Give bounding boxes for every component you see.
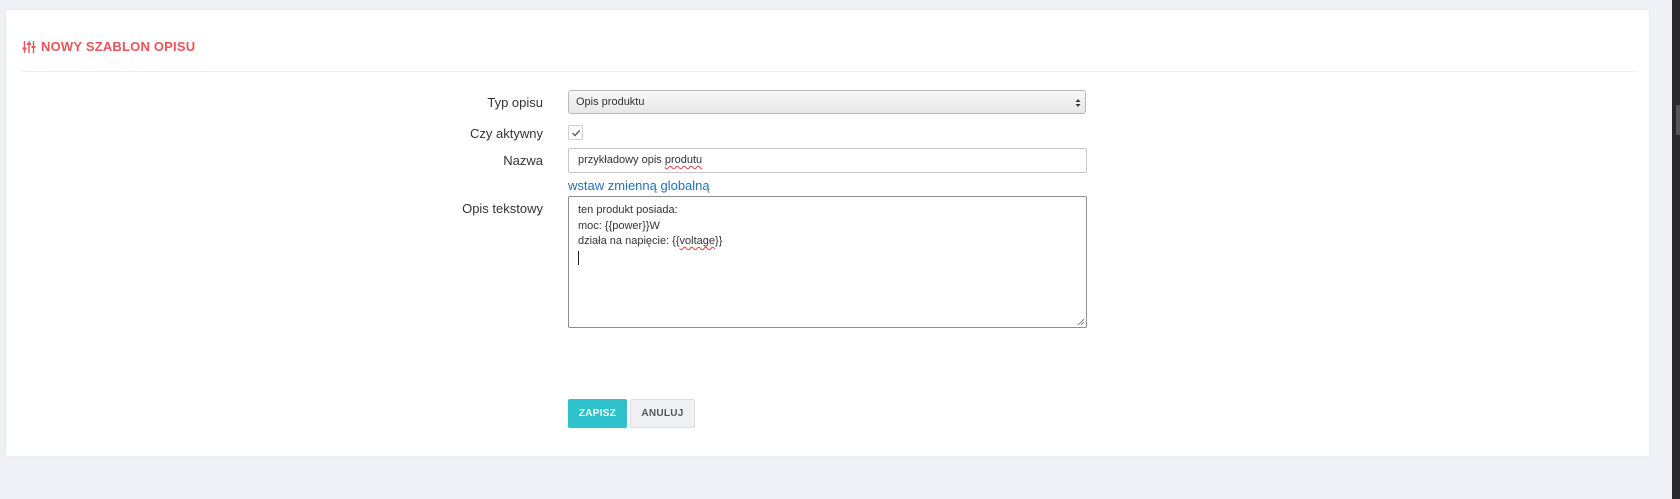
text-description-label: Opis tekstowy (462, 201, 543, 216)
panel-heading: NOWY SZABLON OPISU (22, 28, 1637, 72)
type-select-value: Opis produktu (576, 96, 645, 108)
select-arrows-icon (1075, 91, 1081, 113)
active-label: Czy aktywny (470, 126, 543, 141)
textarea-line-1: ten produkt posiada: (578, 204, 678, 216)
scroll-handle[interactable] (1676, 105, 1680, 135)
textarea-line-3-suffix: }} (715, 235, 723, 247)
text-description-textarea[interactable]: ten produkt posiada: moc: {{power}}W dzi… (568, 196, 1087, 328)
text-caret (578, 250, 579, 265)
textarea-line-2: moc: {{power}}W (578, 219, 660, 232)
window-edge (1672, 0, 1680, 499)
insert-global-variable-link[interactable]: wstaw zmienną globalną (568, 178, 710, 193)
name-input-value-prefix: przykładowy opis (578, 154, 665, 166)
name-label: Nazwa (503, 153, 543, 168)
sliders-icon (22, 40, 36, 54)
type-select[interactable]: Opis produktu (568, 90, 1086, 114)
textarea-line-3-prefix: działa na napięcie: {{ (578, 235, 680, 247)
cancel-button[interactable]: ANULUJ (630, 399, 695, 428)
textarea-line-3-misspelled: voltage (679, 235, 716, 247)
resize-grip-icon[interactable] (1077, 318, 1085, 326)
active-checkbox[interactable] (568, 125, 583, 140)
save-button[interactable]: ZAPISZ (568, 399, 627, 428)
name-input-misspelled-word: produtu (664, 154, 703, 166)
page-title: NOWY SZABLON OPISU (41, 39, 196, 54)
textarea-line-3: działa na napięcie: {{voltage}} (578, 234, 1077, 250)
type-label: Typ opisu (487, 95, 543, 110)
name-input[interactable]: przykładowy opis produtu (568, 148, 1087, 173)
checkmark-icon (572, 129, 581, 137)
